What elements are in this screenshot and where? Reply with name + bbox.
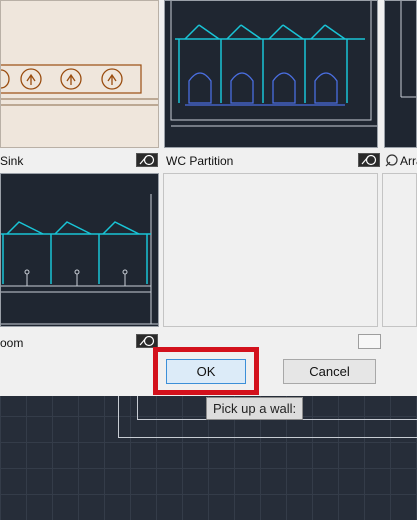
tile-label-sink: Sink [0, 154, 24, 168]
wc-partition-elevation-preview-tile[interactable] [0, 173, 159, 327]
tile-label-room: oom [0, 336, 24, 350]
drawing-wall-line [118, 437, 417, 438]
arrangement-top-preview-image [400, 1, 416, 98]
design-center-dialog: Sink WC Partition Arran [0, 0, 417, 396]
ok-button[interactable]: OK [166, 359, 246, 384]
sink-preview-tile[interactable] [0, 0, 159, 148]
preview-toggle-box[interactable] [358, 334, 381, 349]
tile-label-arrangement: Arran [400, 154, 417, 168]
wc-partition-top-preview-image [170, 1, 377, 127]
drawing-wall-line [118, 396, 119, 438]
wc-partition-top-preview-tile[interactable] [164, 0, 378, 148]
drawing-wall-line [137, 396, 138, 420]
tile-view-icon[interactable] [136, 334, 158, 348]
arrangement-top-preview-tile[interactable] [384, 0, 417, 148]
cancel-button[interactable]: Cancel [283, 359, 376, 384]
empty-preview-tile[interactable] [163, 173, 378, 327]
sink-preview-image [1, 64, 158, 106]
tile-label-wc-partition: WC Partition [166, 154, 234, 168]
empty-preview-tile[interactable] [382, 173, 417, 327]
tile-view-icon[interactable] [358, 153, 380, 167]
tile-view-icon[interactable] [136, 153, 158, 167]
command-prompt-tooltip: Pick up a wall: [206, 397, 304, 420]
wc-partition-elevation-preview-image [1, 194, 158, 325]
